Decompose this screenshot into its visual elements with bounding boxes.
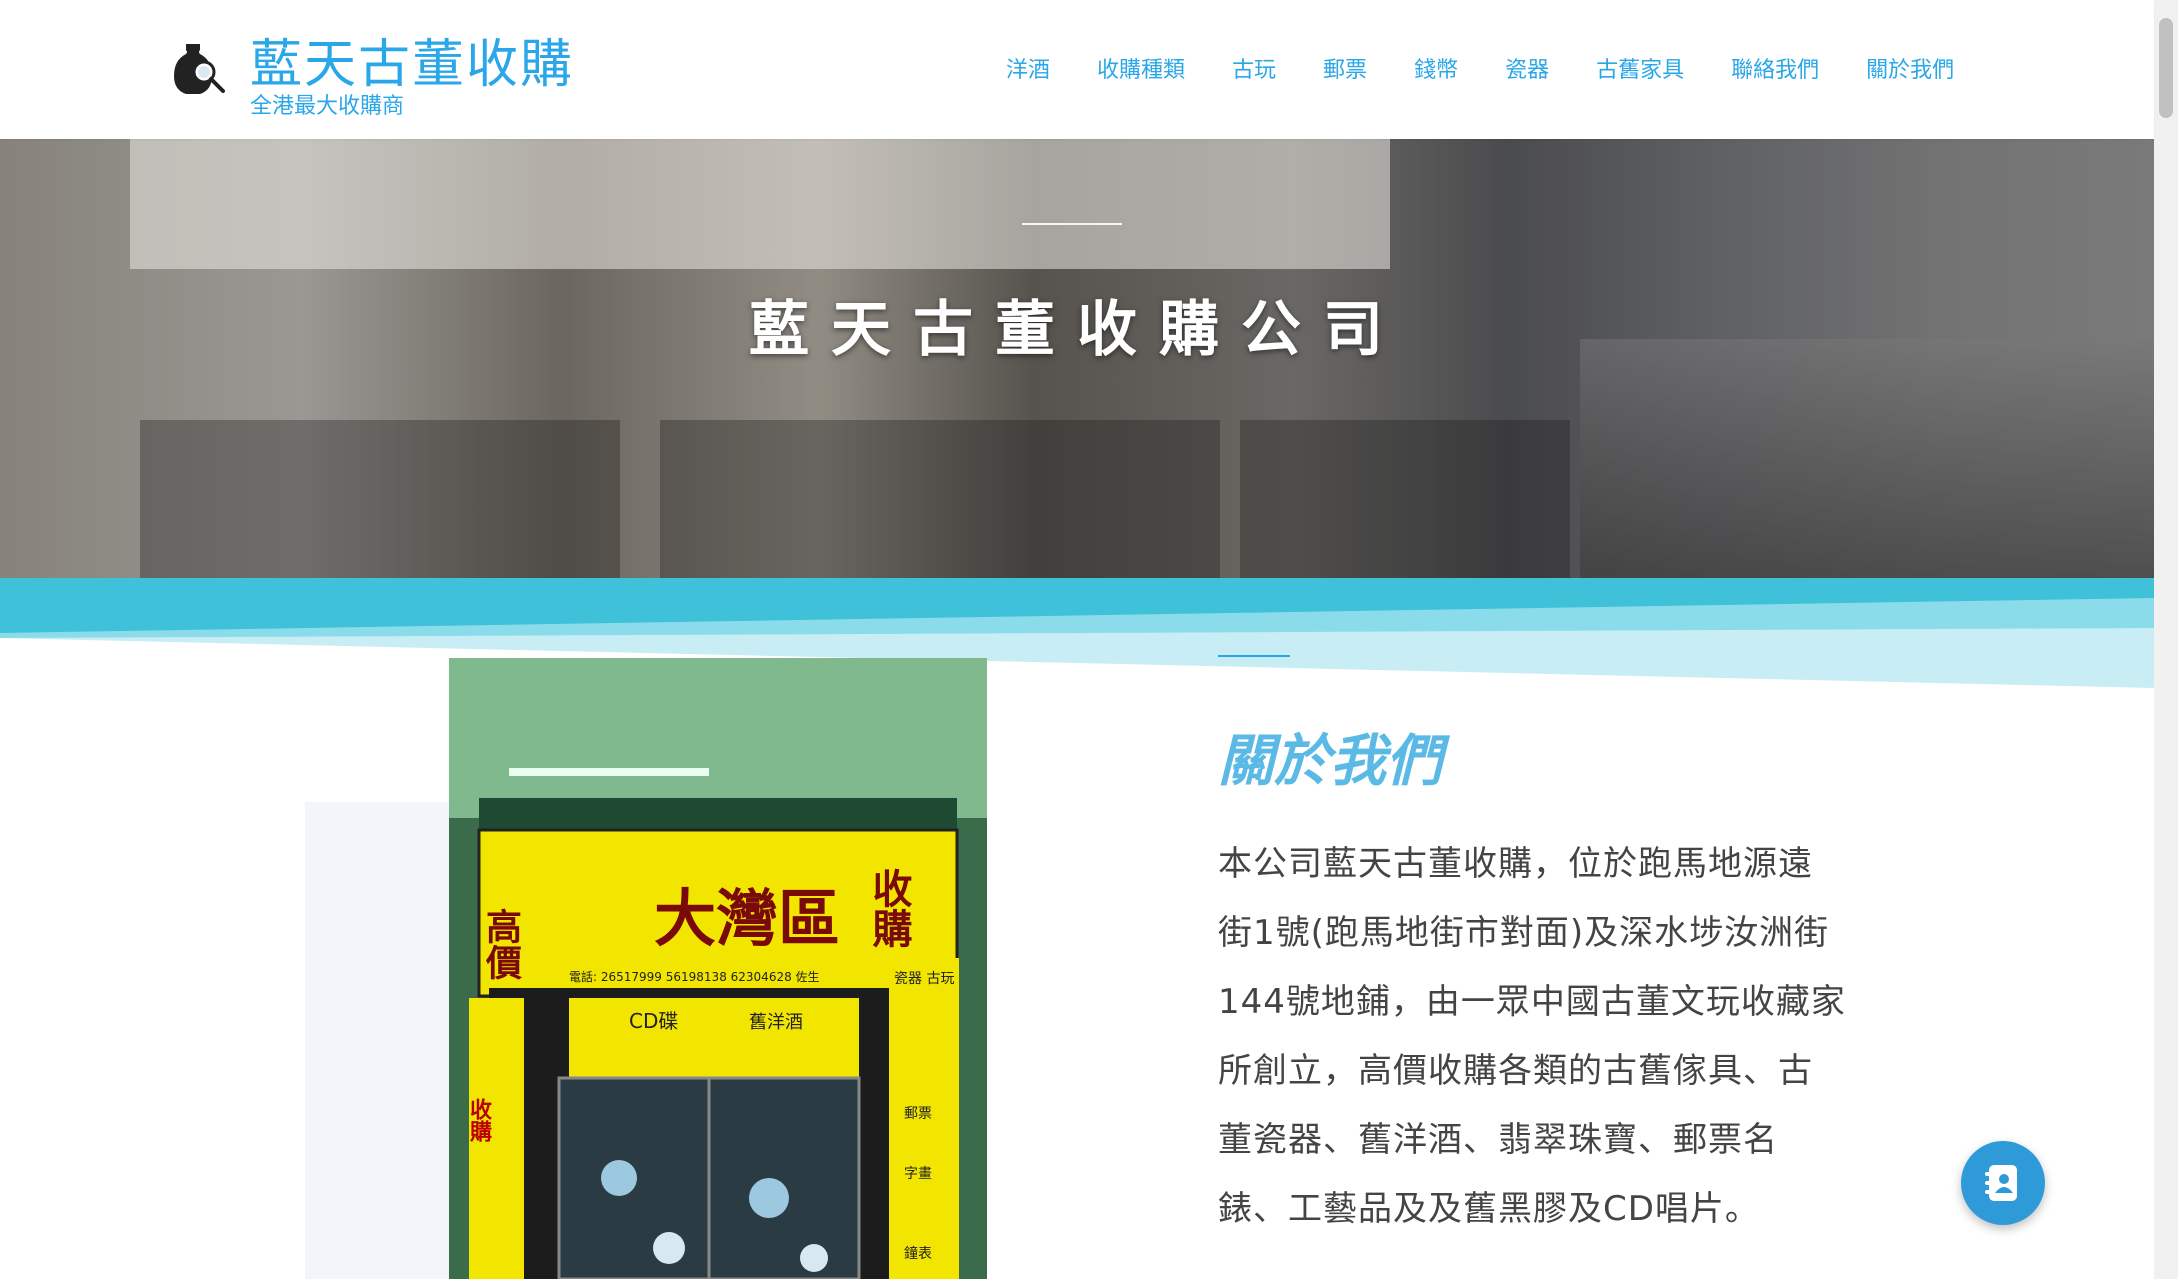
- nav-item-curios[interactable]: 古玩: [1232, 52, 1276, 84]
- shop-panel-right-top: 瓷器 古玩: [894, 971, 954, 987]
- wave-divider: [0, 578, 2154, 688]
- about-line: 錶、工藝品及及舊黑膠及CD唱片。: [1218, 1189, 1760, 1229]
- about-text: 本公司藍天古董收購，位於跑馬地源遠 街1號(跑馬地街市對面)及深水埗汝洲街 14…: [1218, 830, 1938, 1244]
- hero-storefront-signs: [130, 139, 1390, 269]
- shop-sign-left: 高價: [480, 908, 523, 980]
- photo-backdrop: [305, 802, 450, 1279]
- page: 藍天古董收購 全港最大收購商 洋酒 收購種類 古玩 郵票 錢幣 瓷器 古舊家具 …: [0, 0, 2178, 1279]
- nav-item-old-furniture[interactable]: 古舊家具: [1596, 52, 1684, 84]
- about-line: 144號地鋪，由一眾中國古董文玩收藏家: [1218, 982, 1846, 1022]
- about-line: 董瓷器、舊洋酒、翡翠珠寶、郵票名: [1218, 1120, 1778, 1160]
- shop-sign-right: 收購: [866, 868, 913, 948]
- nav-item-contact-us[interactable]: 聯絡我們: [1731, 52, 1819, 84]
- contact-book-icon: [1985, 1165, 2017, 1201]
- shop-sign-phone: 電話: 26517999 56198138 62304628 佐生: [569, 969, 820, 984]
- about-accent-line: [1218, 655, 1290, 657]
- nav-item-acquisition-types[interactable]: 收購種類: [1097, 52, 1185, 84]
- about-line: 所創立，高價收購各類的古舊傢具、古: [1218, 1051, 1813, 1091]
- nav-item-porcelain[interactable]: 瓷器: [1505, 52, 1549, 84]
- shop-panel-calligraphy: 字畫: [904, 1166, 932, 1182]
- shop-panel-cd: CD碟: [629, 1009, 678, 1033]
- hero-shopfront: [660, 420, 1220, 580]
- shop-sign-main: 大灣區: [654, 882, 840, 955]
- nav-item-stamps[interactable]: 郵票: [1323, 52, 1367, 84]
- shop-panel-left: 收購: [466, 1097, 492, 1142]
- nav-item-about-us[interactable]: 關於我們: [1866, 52, 1954, 84]
- scrollbar-thumb[interactable]: [2159, 18, 2173, 118]
- about-title: 關於我們: [1218, 729, 1442, 794]
- contact-chat-button[interactable]: [1961, 1141, 2045, 1225]
- hero-street: [1580, 339, 2154, 580]
- nav-item-coins[interactable]: 錢幣: [1414, 52, 1458, 84]
- hero-shopfront: [1240, 420, 1570, 580]
- shop-panel-wine: 舊洋酒: [749, 1012, 803, 1033]
- site-title[interactable]: 藍天古董收購: [250, 22, 574, 97]
- main-nav: 洋酒 收購種類 古玩 郵票 錢幣 瓷器 古舊家具 聯絡我們 關於我們: [1006, 52, 1954, 84]
- site-tagline: 全港最大收購商: [250, 94, 405, 119]
- shop-panel-watch: 鐘表: [904, 1245, 932, 1262]
- page-scrollbar[interactable]: [2154, 0, 2178, 1279]
- hero-banner: 藍天古董收購公司: [0, 139, 2154, 580]
- hero-divider: [1022, 223, 1122, 225]
- shop-photo: 大灣區 高價 收購 電話: 26517999 56198138 62304628…: [449, 658, 987, 1279]
- nav-item-wine[interactable]: 洋酒: [1006, 52, 1050, 84]
- about-line: 本公司藍天古董收購，位於跑馬地源遠: [1218, 844, 1813, 884]
- vase-magnifier-icon[interactable]: [168, 36, 230, 98]
- site-header: 藍天古董收購 全港最大收購商 洋酒 收購種類 古玩 郵票 錢幣 瓷器 古舊家具 …: [0, 0, 2154, 139]
- hero-shopfront: [140, 420, 620, 580]
- about-line: 街1號(跑馬地街市對面)及深水埗汝洲街: [1218, 913, 1830, 953]
- hero-title: 藍天古董收購公司: [749, 295, 1405, 365]
- shop-panel-stamps: 郵票: [904, 1106, 932, 1122]
